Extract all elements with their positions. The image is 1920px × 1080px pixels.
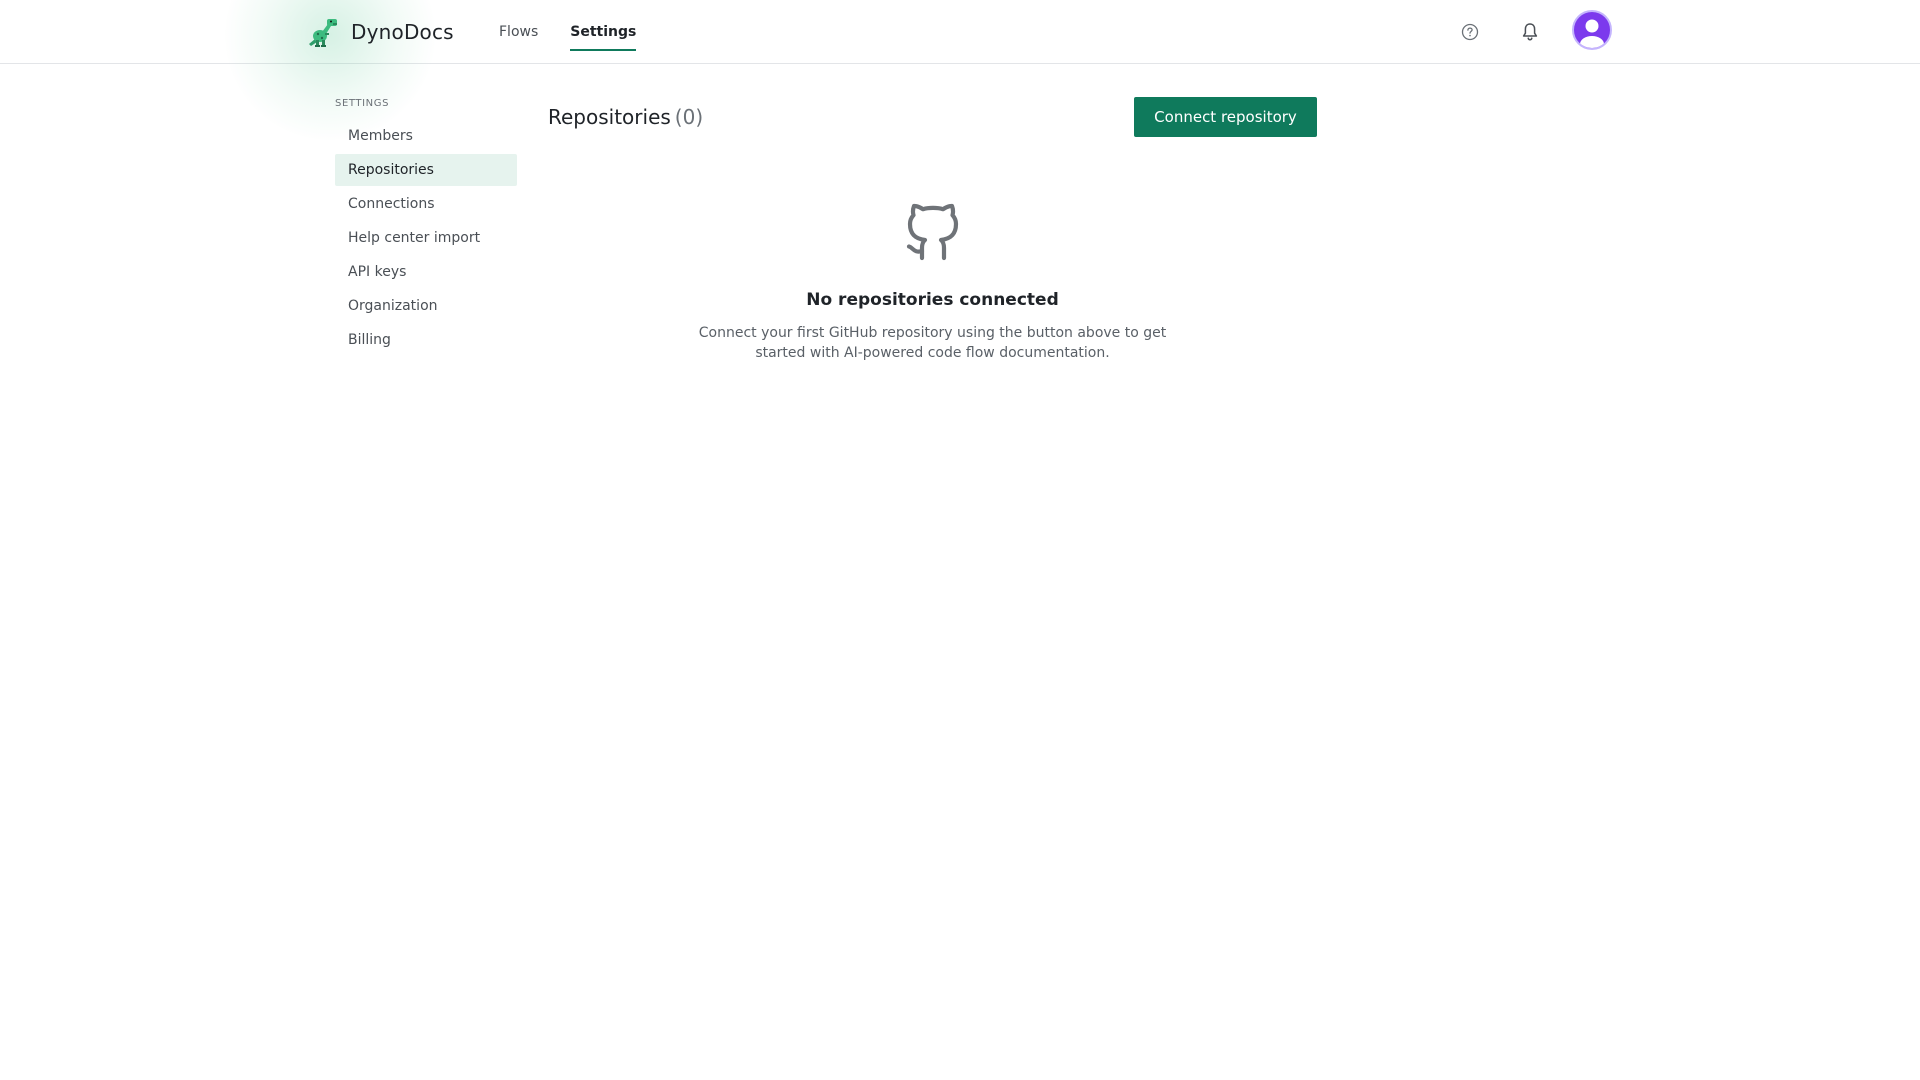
sidebar-item-api-keys[interactable]: API keys xyxy=(335,256,517,288)
sidebar-item-repositories[interactable]: Repositories xyxy=(335,154,517,186)
user-avatar-button[interactable] xyxy=(1572,10,1612,50)
dinosaur-logo-icon xyxy=(309,19,337,47)
nav-flows[interactable]: Flows xyxy=(499,0,538,64)
settings-sidebar: SETTINGS Members Repositories Connection… xyxy=(335,96,517,358)
top-navigation-bar: DynoDocs Flows Settings xyxy=(0,0,1920,140)
page-title-text: Repositories xyxy=(548,105,671,129)
empty-state-description: Connect your first GitHub repository usi… xyxy=(698,325,1167,361)
github-icon xyxy=(906,203,958,261)
sidebar-heading: SETTINGS xyxy=(335,98,390,109)
notifications-button[interactable] xyxy=(1515,17,1545,47)
help-button[interactable] xyxy=(1455,17,1485,47)
sidebar-item-members[interactable]: Members xyxy=(335,120,517,152)
brand-name: DynoDocs xyxy=(351,20,454,44)
brand-home-link[interactable]: DynoDocs xyxy=(306,15,454,49)
main-nav: Flows Settings xyxy=(499,0,668,64)
empty-state: No repositories connected Connect your f… xyxy=(548,196,1317,363)
sidebar-item-connections[interactable]: Connections xyxy=(335,188,517,220)
sidebar-item-organization[interactable]: Organization xyxy=(335,290,517,322)
repository-count: (0) xyxy=(674,105,704,129)
sidebar-item-help-center-import[interactable]: Help center import xyxy=(335,222,517,254)
connect-repository-button[interactable]: Connect repository xyxy=(1134,97,1317,137)
nav-settings[interactable]: Settings xyxy=(570,0,637,64)
help-circle-icon xyxy=(1461,23,1479,41)
sidebar-item-billing[interactable]: Billing xyxy=(335,324,517,356)
empty-state-title: No repositories connected xyxy=(806,290,1059,310)
user-avatar-icon xyxy=(1580,19,1604,48)
page-title: Repositories (0) xyxy=(548,105,703,129)
repositories-header: Repositories (0) Connect repository xyxy=(548,97,1317,137)
bell-icon xyxy=(1522,23,1538,41)
